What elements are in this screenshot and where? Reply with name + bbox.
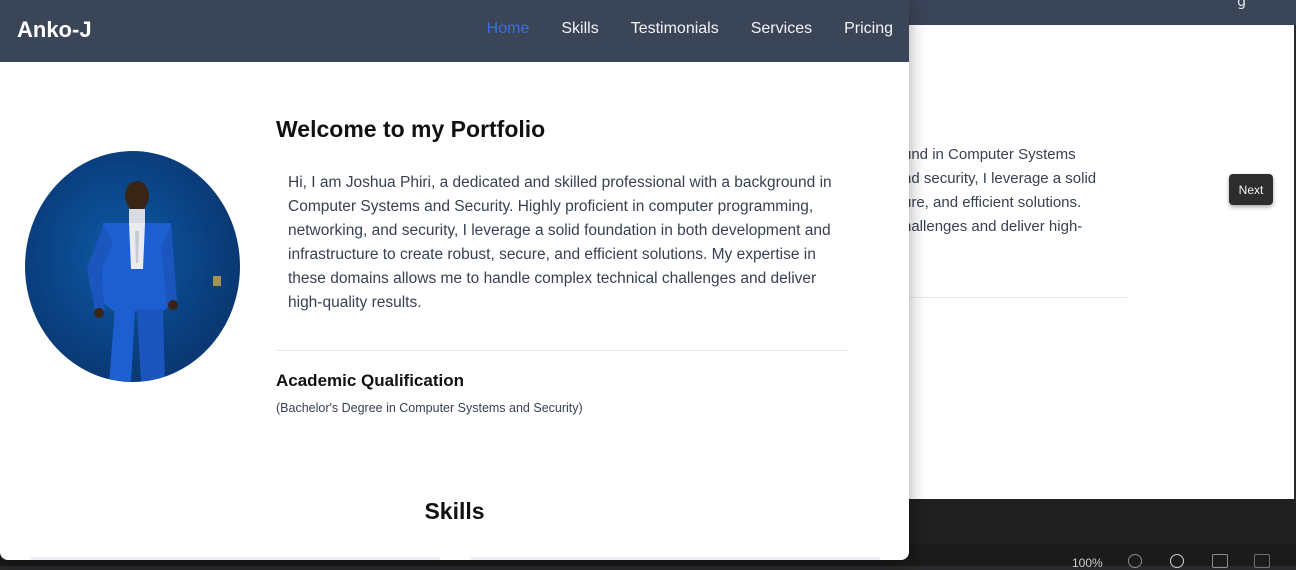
qualification-detail: (Bachelor's Degree in Computer Systems a… [276,401,583,415]
next-button[interactable]: Next [1229,174,1273,205]
skills-heading: Skills [424,498,485,524]
nav-link-services[interactable]: Services [751,20,812,38]
section-divider [276,350,849,351]
brand-logo[interactable]: Anko-J [17,17,92,43]
intro-paragraph: Hi, I am Joshua Phiri, a dedicated and s… [288,174,832,311]
nav-links: Home Skills Testimonials Services Pricin… [487,20,893,38]
qualification-heading: Academic Qualification [276,371,464,390]
zoom-level: 100% [1072,556,1103,570]
nav-link-testimonials[interactable]: Testimonials [631,20,719,38]
nav-link-pricing[interactable]: Pricing [844,20,893,38]
background-partial-text: und in Computer Systems nd security, I l… [903,146,1097,235]
skill-card [30,557,440,560]
nav-link-skills[interactable]: Skills [561,20,598,38]
person-illustration-icon [87,181,221,382]
profile-photo [25,151,240,382]
navbar: Anko-J Home Skills Testimonials Services… [0,0,909,62]
background-divider [903,297,1127,298]
portfolio-window: Anko-J Home Skills Testimonials Services… [0,0,909,560]
nav-link-home[interactable]: Home [487,20,530,38]
page-title: Welcome to my Portfolio [276,116,546,142]
skill-card [470,557,880,560]
menu-glyph-icon: g [1237,0,1246,10]
